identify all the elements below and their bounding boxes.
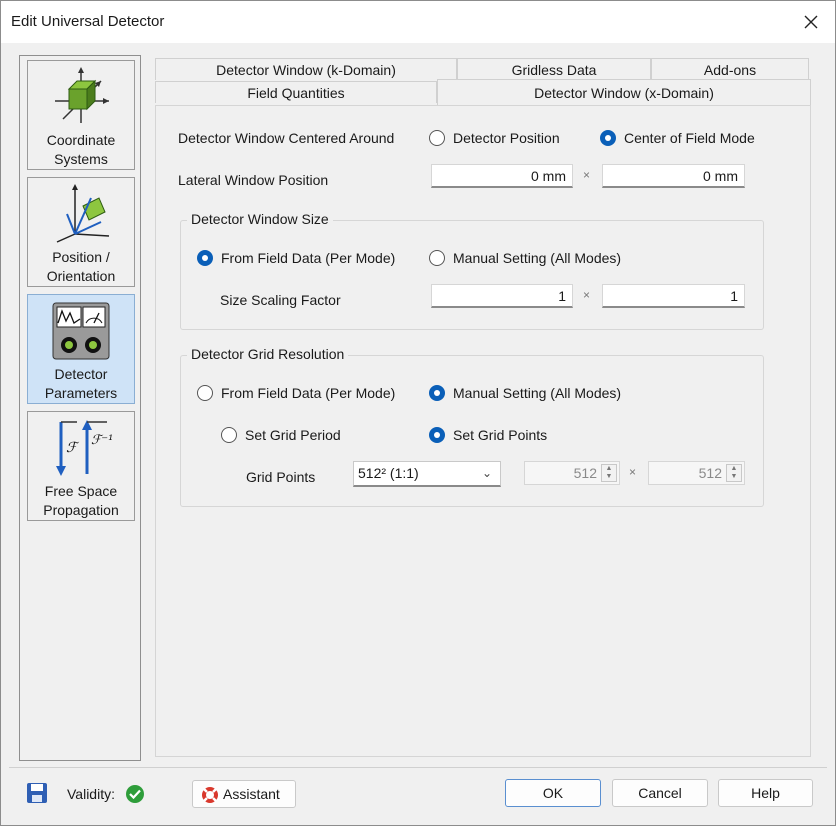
radio-indicator (429, 385, 445, 401)
radio-indicator (600, 130, 616, 146)
free-space-propagation-icon: ℱ ℱ⁻¹ (56, 420, 113, 476)
spinner-arrows-icon: ▲ ▼ (601, 464, 617, 482)
window-title: Edit Universal Detector (11, 13, 165, 30)
tab-detector-window-x-domain[interactable]: Detector Window (x-Domain) (437, 79, 811, 105)
radio-window-size-manual[interactable]: Manual Setting (All Modes) (429, 250, 621, 266)
size-scaling-factor-label: Size Scaling Factor (220, 292, 341, 308)
radio-indicator (429, 250, 445, 266)
tab-field-quantities[interactable]: Field Quantities (155, 81, 437, 103)
position-orientation-icon (56, 184, 110, 243)
sidebar-item-label: Free Space (44, 483, 118, 499)
radio-indicator (197, 385, 213, 401)
save-button[interactable] (25, 781, 51, 807)
help-button[interactable]: Help (718, 779, 813, 807)
ok-button[interactable]: OK (505, 779, 601, 807)
grid-points-select[interactable]: 512² (1:1) ⌄ (353, 461, 501, 487)
sidebar-item-label: Detector (54, 366, 108, 382)
radio-indicator (197, 250, 213, 266)
spinner-arrows-icon: ▲ ▼ (726, 464, 742, 482)
detector-parameters-icon (52, 302, 110, 360)
radio-window-size-from-field-data[interactable]: From Field Data (Per Mode) (197, 250, 395, 266)
sidebar-item-label: Orientation (46, 268, 116, 284)
sidebar-item-label: Position / (52, 249, 110, 265)
radio-indicator (429, 427, 445, 443)
sidebar-item-detector-parameters[interactable]: Detector Parameters (27, 294, 135, 404)
check-valid-icon (126, 785, 144, 803)
radio-set-grid-points[interactable]: Set Grid Points (429, 427, 547, 443)
group-title-grid-resolution: Detector Grid Resolution (187, 346, 349, 362)
lateral-window-position-label: Lateral Window Position (178, 172, 329, 188)
group-title-window-size: Detector Window Size (187, 211, 333, 227)
times-separator: × (583, 288, 591, 302)
times-separator: × (629, 465, 637, 479)
radio-detector-position[interactable]: Detector Position (429, 130, 560, 146)
times-separator: × (583, 168, 591, 182)
radio-grid-from-field-data[interactable]: From Field Data (Per Mode) (197, 385, 395, 401)
scaling-factor-y-input[interactable]: 1 (602, 284, 745, 308)
sidebar-item-label: Systems (54, 151, 108, 167)
chevron-down-icon: ⌄ (481, 466, 492, 480)
tab-add-ons[interactable]: Add-ons (651, 58, 809, 80)
sidebar-item-label: Coordinate (46, 132, 116, 148)
tab-detector-window-k-domain[interactable]: Detector Window (k-Domain) (155, 58, 457, 80)
detector-window-size-group (180, 220, 764, 330)
sidebar-item-free-space-propagation[interactable]: ℱ ℱ⁻¹ Free Space Propagation (27, 411, 135, 521)
radio-indicator (429, 130, 445, 146)
edit-universal-detector-dialog: Edit Universal Detector Coordinate Syste… (0, 0, 836, 826)
validity-label: Validity: (67, 786, 115, 802)
tab-gridless-data[interactable]: Gridless Data (457, 58, 651, 80)
category-sidebar: Coordinate Systems Position / Orientatio… (19, 55, 141, 761)
sidebar-item-coordinate-systems[interactable]: Coordinate Systems (27, 60, 135, 170)
centered-around-label: Detector Window Centered Around (178, 130, 395, 146)
assistant-button[interactable]: Assistant (192, 780, 296, 808)
coordinate-systems-icon (55, 67, 109, 123)
grid-points-y-stepper: 512 ▲ ▼ (648, 461, 745, 485)
radio-set-grid-period[interactable]: Set Grid Period (221, 427, 341, 443)
lateral-position-x-input[interactable]: 0 mm (431, 164, 573, 188)
grid-points-x-stepper: 512 ▲ ▼ (524, 461, 620, 485)
close-icon (804, 15, 818, 29)
close-button[interactable] (791, 5, 831, 39)
sidebar-item-label: Parameters (44, 385, 118, 401)
radio-grid-manual[interactable]: Manual Setting (All Modes) (429, 385, 621, 401)
radio-center-of-field-mode[interactable]: Center of Field Mode (600, 130, 755, 146)
sidebar-item-label: Propagation (43, 502, 119, 518)
title-bar: Edit Universal Detector (1, 1, 835, 43)
cancel-button[interactable]: Cancel (612, 779, 708, 807)
lifebuoy-icon (202, 787, 218, 803)
save-icon (27, 783, 47, 803)
svg-text:ℱ⁻¹: ℱ⁻¹ (91, 433, 113, 448)
svg-text:ℱ: ℱ (66, 440, 80, 456)
radio-indicator (221, 427, 237, 443)
scaling-factor-x-input[interactable]: 1 (431, 284, 573, 308)
lateral-position-y-input[interactable]: 0 mm (602, 164, 745, 188)
grid-points-label: Grid Points (246, 469, 316, 485)
sidebar-item-position-orientation[interactable]: Position / Orientation (27, 177, 135, 287)
